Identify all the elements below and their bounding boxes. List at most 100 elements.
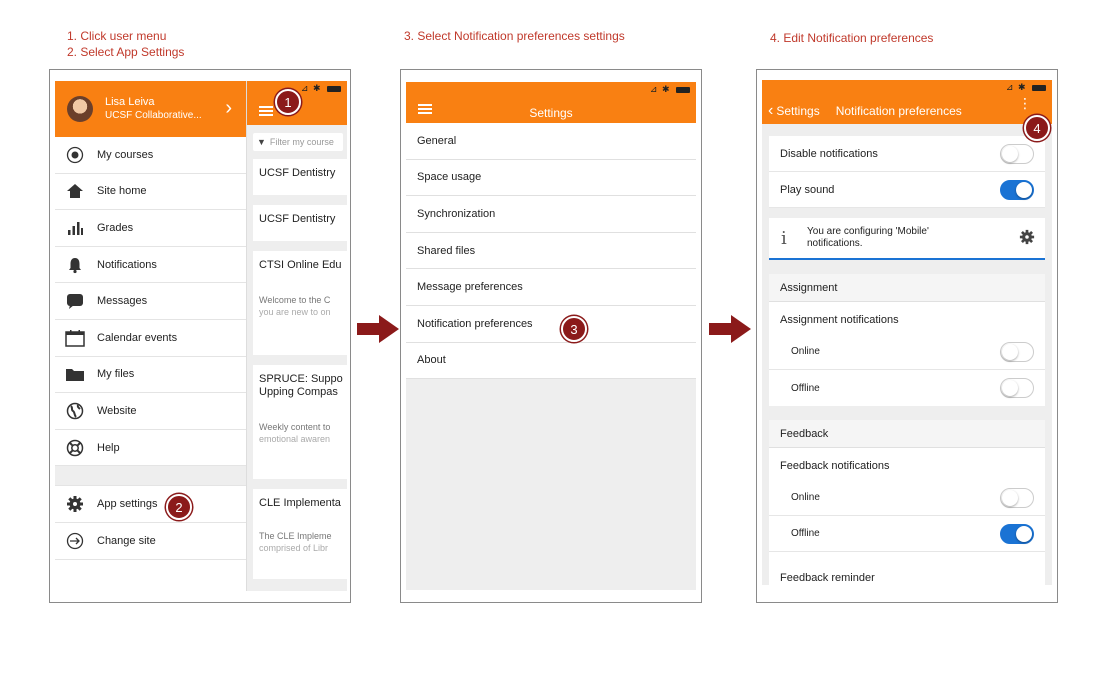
filter-placeholder: Filter my course bbox=[269, 137, 334, 147]
settings-item-about[interactable]: About bbox=[406, 342, 696, 380]
feedback-offline-toggle[interactable] bbox=[1000, 523, 1034, 544]
settings-item-synchronization[interactable]: Synchronization bbox=[406, 196, 696, 233]
menu-item-help[interactable]: Help bbox=[55, 430, 246, 467]
menu-item-calendar-events[interactable]: Calendar events bbox=[55, 320, 246, 357]
course-card[interactable]: UCSF Dentistry bbox=[253, 205, 347, 241]
course-summary-2: you are new to on bbox=[259, 307, 331, 317]
settings-item-notification-preferences[interactable]: Notification preferences bbox=[406, 305, 696, 343]
settings-item-space-usage[interactable]: Space usage bbox=[406, 159, 696, 197]
arrow-right-icon bbox=[357, 315, 399, 343]
folder-icon bbox=[65, 364, 85, 384]
filter-courses-input[interactable]: ▼ Filter my course bbox=[253, 133, 343, 151]
course-card[interactable]: UCSF Dentistry bbox=[253, 159, 347, 195]
menu-item-website[interactable]: Website bbox=[55, 393, 246, 430]
assignment-section: Assignment Assignment notifications Onli… bbox=[769, 274, 1045, 406]
step-caption-1-2: 1. Click user menu 2. Select App Setting… bbox=[67, 28, 184, 60]
user-menu-header[interactable]: Lisa Leiva UCSF Collaborative... › bbox=[55, 81, 246, 137]
notification-prefs-title-bar: ‹ Settings Notification preferences ⋮ ⊿ … bbox=[762, 80, 1052, 124]
bell-icon bbox=[65, 255, 85, 275]
menu-item-label: App settings bbox=[97, 498, 158, 511]
menu-item-label: Website bbox=[97, 404, 137, 417]
step-badge-2: 2 bbox=[166, 494, 192, 520]
course-card[interactable]: CTSI Online Edu Welcome to the C you are… bbox=[253, 251, 347, 355]
menu-item-grades[interactable]: Grades bbox=[55, 210, 246, 247]
assignment-offline-row: Offline bbox=[769, 370, 1045, 406]
assignment-offline-label: Offline bbox=[791, 382, 820, 394]
lifebuoy-icon bbox=[65, 438, 85, 458]
settings-item-general[interactable]: General bbox=[406, 123, 696, 160]
menu-item-label: Site home bbox=[97, 185, 147, 198]
course-card[interactable]: CLE Implementa The CLE Impleme comprised… bbox=[253, 489, 347, 579]
assignment-online-row: Online bbox=[769, 334, 1045, 370]
feedback-online-row: Online bbox=[769, 480, 1045, 516]
feedback-heading: Feedback bbox=[769, 420, 1045, 448]
gear-icon[interactable] bbox=[1019, 229, 1035, 248]
menu-item-my-files[interactable]: My files bbox=[55, 357, 246, 394]
menu-item-notifications[interactable]: Notifications bbox=[55, 247, 246, 284]
exit-icon bbox=[65, 531, 85, 551]
more-options-icon[interactable]: ⋮ bbox=[1018, 96, 1032, 110]
side-menu: Lisa Leiva UCSF Collaborative... › My co… bbox=[55, 81, 247, 591]
settings-title-bar: Settings ⊿ ✱ bbox=[406, 82, 696, 123]
chat-bubble-icon bbox=[65, 291, 85, 311]
course-summary: Weekly content to bbox=[259, 422, 331, 432]
status-bar: ⊿ ✱ bbox=[301, 83, 341, 94]
info-icon: i bbox=[781, 227, 787, 249]
feedback-online-label: Online bbox=[791, 492, 820, 503]
menu-item-label: Help bbox=[97, 441, 120, 454]
assignment-heading: Assignment bbox=[769, 274, 1045, 302]
menu-item-label: Calendar events bbox=[97, 331, 178, 344]
screenshot-frame-2: Settings ⊿ ✱ General Space usage Synchro… bbox=[400, 69, 702, 603]
course-title: CTSI Online Edu bbox=[259, 259, 342, 271]
page-title: Notification preferences bbox=[835, 104, 962, 118]
menu-item-label: Change site bbox=[97, 534, 156, 547]
step-3-text: 3. Select Notification preferences setti… bbox=[404, 29, 625, 43]
menu-item-label: Messages bbox=[97, 295, 148, 308]
assignment-offline-toggle[interactable] bbox=[1000, 378, 1034, 398]
general-notification-settings: Disable notifications Play sound bbox=[769, 136, 1045, 208]
page-title: Settings bbox=[529, 105, 573, 120]
step-badge-4: 4 bbox=[1024, 115, 1050, 141]
course-card[interactable]: SPRUCE: Suppo Upping Compas Weekly conte… bbox=[253, 365, 347, 479]
settings-item-shared-files[interactable]: Shared files bbox=[406, 232, 696, 270]
feedback-online-toggle[interactable] bbox=[1000, 487, 1034, 508]
assignment-online-toggle[interactable] bbox=[1000, 341, 1034, 362]
menu-item-change-site[interactable]: Change site bbox=[55, 523, 246, 560]
play-sound-label: Play sound bbox=[780, 183, 835, 196]
menu-item-app-settings[interactable]: App settings bbox=[55, 486, 246, 523]
menu-item-messages[interactable]: Messages bbox=[55, 283, 246, 320]
course-title: CLE Implementa bbox=[259, 497, 341, 509]
menu-item-label: My files bbox=[97, 368, 135, 381]
phone-screen-3: ‹ Settings Notification preferences ⋮ ⊿ … bbox=[762, 80, 1052, 585]
feedback-notifications-label: Feedback notifications bbox=[780, 460, 890, 472]
play-sound-toggle[interactable] bbox=[1000, 179, 1034, 200]
home-icon bbox=[65, 181, 85, 201]
feedback-section: Feedback Feedback notifications Online O… bbox=[769, 420, 1045, 585]
course-summary: Welcome to the C bbox=[259, 295, 331, 305]
hamburger-icon[interactable] bbox=[259, 106, 273, 116]
chevron-left-icon: ‹ bbox=[768, 102, 774, 119]
disable-notifications-toggle[interactable] bbox=[1000, 143, 1034, 164]
phone-screen-1: ⊿ ✱ ▼ Filter my course UCSF Dentistry UC… bbox=[55, 81, 347, 591]
course-summary-2: comprised of Libr bbox=[259, 543, 329, 553]
menu-divider bbox=[55, 466, 246, 487]
back-button[interactable]: ‹ Settings bbox=[768, 102, 820, 120]
feedback-offline-label: Offline bbox=[791, 528, 820, 539]
globe-icon bbox=[65, 401, 85, 421]
feedback-reminder-label: Feedback reminder bbox=[780, 572, 875, 584]
bar-chart-icon bbox=[65, 218, 85, 238]
settings-item-message-preferences[interactable]: Message preferences bbox=[406, 269, 696, 306]
course-list-behind: ⊿ ✱ ▼ Filter my course UCSF Dentistry UC… bbox=[247, 81, 347, 591]
hamburger-icon[interactable] bbox=[418, 104, 432, 114]
disable-notifications-label: Disable notifications bbox=[780, 147, 878, 160]
screenshot-frame-1: ⊿ ✱ ▼ Filter my course UCSF Dentistry UC… bbox=[49, 69, 351, 603]
feedback-reminder-row[interactable]: Feedback reminder bbox=[769, 560, 1045, 585]
menu-item-site-home[interactable]: Site home bbox=[55, 174, 246, 211]
phone-screen-2: Settings ⊿ ✱ General Space usage Synchro… bbox=[406, 82, 696, 590]
step-1-text: 1. Click user menu bbox=[67, 29, 167, 43]
filter-icon: ▼ bbox=[257, 137, 266, 147]
course-summary-2: emotional awaren bbox=[259, 434, 331, 444]
arrow-right-icon bbox=[709, 315, 751, 343]
menu-item-my-courses[interactable]: My courses bbox=[55, 137, 246, 174]
status-bar: ⊿ ✱ bbox=[650, 84, 690, 95]
